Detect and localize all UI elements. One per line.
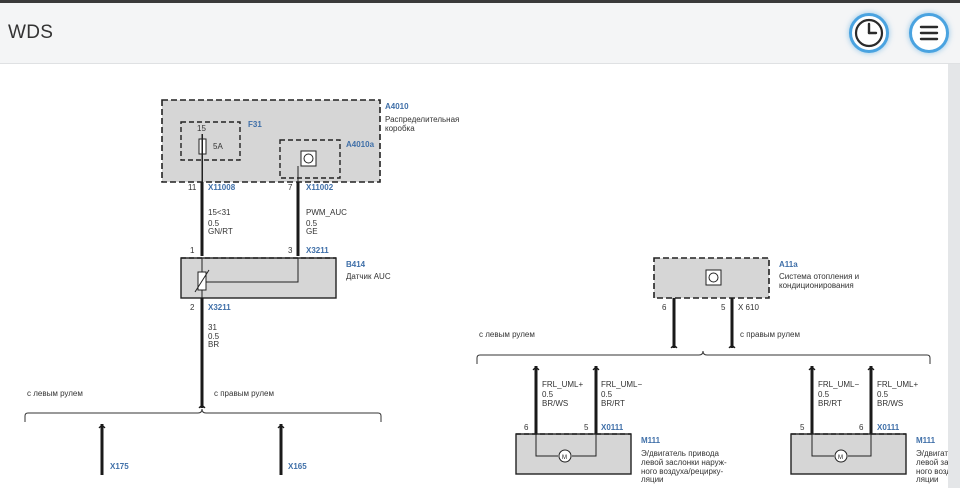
x11002-pin: 7 xyxy=(288,183,293,192)
control-module-icon xyxy=(300,150,317,167)
variant-brace-right xyxy=(476,350,931,364)
f31-fuse-box[interactable] xyxy=(180,121,241,161)
a11a-connector: X 610 xyxy=(738,303,759,312)
a4010a-code: A4010a xyxy=(346,140,375,149)
variant-brace-left xyxy=(24,408,382,422)
x11008-code: X11008 xyxy=(208,183,236,192)
wiring-diagram: A4010 Распределительная коробка F31 15 5… xyxy=(24,99,948,484)
svg-text:M: M xyxy=(562,455,567,461)
a11a-pin-left: 6 xyxy=(662,303,667,312)
x175-code: X175 xyxy=(110,462,129,471)
a4010-code: A4010 xyxy=(385,102,409,111)
f31-rating: 5A xyxy=(213,142,223,151)
m111-left-motor-box[interactable] xyxy=(515,433,632,475)
b414-desc: Датчик AUC xyxy=(346,272,391,281)
m111-right-desc-1: Э/двигатель xyxy=(916,449,948,458)
m111-right-wire2-size: 0.5 xyxy=(877,390,889,399)
x3211-top-code: X3211 xyxy=(306,246,329,255)
x165-code: X165 xyxy=(288,462,307,471)
wire-ground-color: BR xyxy=(208,340,219,349)
m111-right-wire1-size: 0.5 xyxy=(818,390,830,399)
app-title: WDS xyxy=(8,22,54,43)
m111-left-wire2-signal: FRL_UML− xyxy=(601,380,642,389)
m111-right-wire1-signal: FRL_UML− xyxy=(818,380,859,389)
control-module-icon xyxy=(705,269,722,286)
svg-text:M: M xyxy=(838,455,843,461)
vertical-scrollbar[interactable] xyxy=(948,64,960,488)
m111-right-wire1-color: BR/RT xyxy=(818,399,842,408)
branch-right-lhd: с левым рулем xyxy=(479,330,535,339)
x11002-code: X11002 xyxy=(306,183,334,192)
m111-right-code: M111 xyxy=(916,436,936,445)
a11a-code: A11a xyxy=(779,260,798,269)
m111-right-desc-2: левой засло xyxy=(916,458,948,467)
hamburger-menu-icon xyxy=(919,25,939,41)
wire-right-color: GE xyxy=(306,227,318,236)
m111-left-pin2: 5 xyxy=(584,423,589,432)
a11a-desc-line2: кондиционирования xyxy=(779,281,854,290)
m111-left-wire2-color: BR/RT xyxy=(601,399,625,408)
m111-left-desc-2: левой заслонки наруж- xyxy=(641,458,727,467)
a4010-desc-line1: Распределительная xyxy=(385,115,459,124)
f31-pin: 15 xyxy=(197,124,206,133)
a4010-desc-line2: коробка xyxy=(385,124,415,133)
x3211-top-pin-left: 1 xyxy=(190,246,195,255)
m111-left-wire1-signal: FRL_UML+ xyxy=(542,380,583,389)
m111-left-wire2-size: 0.5 xyxy=(601,390,613,399)
m111-right-wire2-signal: FRL_UML+ xyxy=(877,380,918,389)
m111-left-connector: X0111 xyxy=(601,423,624,432)
wire-ground-signal: 31 xyxy=(208,323,217,332)
m111-left-code: M111 xyxy=(641,436,661,445)
x3211-top-pin-right: 3 xyxy=(288,246,293,255)
history-button[interactable] xyxy=(849,13,889,53)
m111-left-desc-4: ляции xyxy=(641,475,664,484)
x3211-bottom-pin: 2 xyxy=(190,303,195,312)
m111-right-connector: X0111 xyxy=(877,423,900,432)
m111-left-desc-1: Э/двигатель привода xyxy=(641,449,720,458)
menu-button[interactable] xyxy=(909,13,949,53)
a11a-desc-line1: Система отопления и xyxy=(779,272,859,281)
a11a-pin-right: 5 xyxy=(721,303,726,312)
app-header: WDS xyxy=(0,3,960,64)
m111-left-wire1-size: 0.5 xyxy=(542,390,554,399)
m111-right-pin2: 6 xyxy=(859,423,864,432)
wire-right-signal: PWM_AUC xyxy=(306,208,347,217)
b414-code: B414 xyxy=(346,260,366,269)
m111-right-wire2-color: BR/WS xyxy=(877,399,903,408)
m111-right-motor-box[interactable] xyxy=(790,433,907,475)
wiring-diagram-canvas[interactable]: A4010 Распределительная коробка F31 15 5… xyxy=(0,64,948,488)
f31-code: F31 xyxy=(248,120,262,129)
m111-right-pin1: 5 xyxy=(800,423,805,432)
m111-left-pin1: 6 xyxy=(524,423,529,432)
branch-right-rhd: с правым рулем xyxy=(740,330,800,339)
branch-left-lhd: с левым рулем xyxy=(27,389,83,398)
wire-left-color: GN/RT xyxy=(208,227,233,236)
x3211-bottom-code: X3211 xyxy=(208,303,231,312)
m111-right-desc-4: ляции xyxy=(916,475,939,484)
branch-left-rhd: с правым рулем xyxy=(214,389,274,398)
x11008-pin: 11 xyxy=(188,183,197,192)
wire-left-signal: 15<31 xyxy=(208,208,231,217)
m111-left-wire1-color: BR/WS xyxy=(542,399,568,408)
clock-icon xyxy=(854,18,884,48)
